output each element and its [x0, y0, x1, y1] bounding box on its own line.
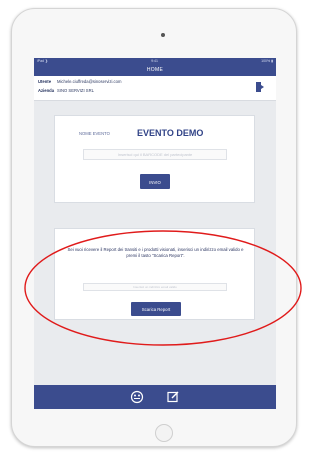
palette-icon[interactable]	[130, 390, 144, 404]
user-label: Utente	[38, 79, 52, 84]
app-screen: iPad ❯ 9:41 100% ▮ HOME Utente Michele.c…	[34, 58, 276, 409]
event-name: EVENTO DEMO	[137, 128, 204, 138]
report-message: Sei vuoi ricevere il Report dei transiti…	[67, 247, 244, 258]
edit-icon[interactable]	[166, 390, 180, 404]
main-content: NOME EVENTO EVENTO DEMO Inserisci qui il…	[34, 101, 276, 385]
user-value: Michele.ciuffreda@sinoservizi.com	[57, 79, 122, 84]
barcode-input[interactable]: Inserisci qui il BARCODE del partecipant…	[83, 149, 227, 160]
event-label: NOME EVENTO	[79, 131, 110, 136]
invio-button[interactable]: INVIO	[140, 174, 170, 189]
status-time: 9:41	[151, 59, 158, 63]
company-row: Azienda SINO SERVIZI SRL	[38, 88, 94, 93]
home-button[interactable]	[155, 424, 173, 442]
camera-icon	[161, 33, 165, 37]
company-label: Azienda	[38, 88, 55, 93]
logout-icon[interactable]	[256, 82, 264, 92]
email-input[interactable]: Inserisci un indirizzo email valido	[83, 283, 227, 291]
scarica-report-button[interactable]: Scarica Report	[131, 302, 181, 316]
user-row: Utente Michele.ciuffreda@sinoservizi.com	[38, 79, 121, 84]
status-battery: 100% ▮	[261, 59, 273, 63]
company-value: SINO SERVIZI SRL	[57, 88, 94, 93]
event-card: NOME EVENTO EVENTO DEMO Inserisci qui il…	[54, 115, 255, 203]
page-title: HOME	[146, 67, 164, 73]
bottom-tab-bar	[34, 385, 276, 409]
user-info-panel: Utente Michele.ciuffreda@sinoservizi.com…	[34, 76, 276, 101]
status-left: iPad ❯	[37, 59, 48, 63]
nav-bar: HOME	[34, 64, 276, 76]
report-card: Sei vuoi ricevere il Report dei transiti…	[54, 228, 255, 320]
